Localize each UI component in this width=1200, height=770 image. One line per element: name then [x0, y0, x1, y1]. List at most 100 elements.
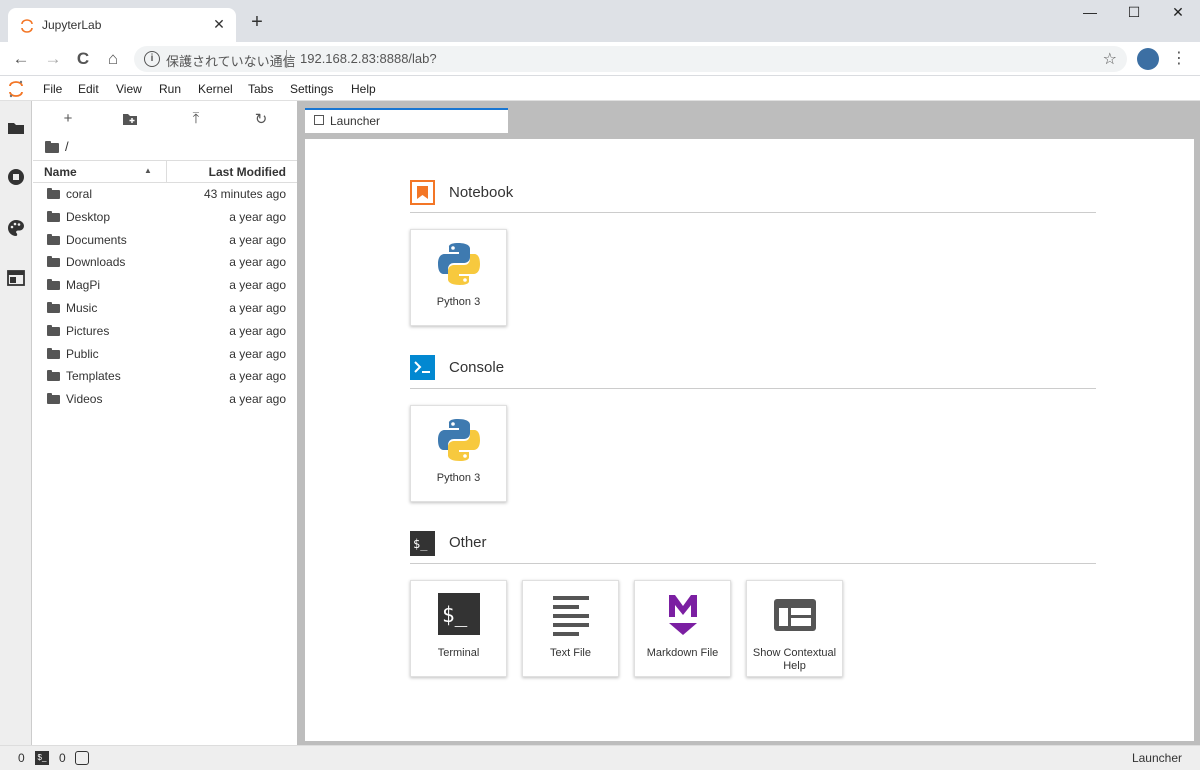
file-name: Documents [66, 232, 127, 247]
folder-icon [47, 210, 60, 222]
new-launcher-button[interactable]: + [57, 110, 79, 128]
file-modified: a year ago [229, 323, 286, 338]
sort-ascending-icon[interactable]: ▲ [144, 166, 152, 175]
url-text[interactable]: 192.168.2.83:8888/lab? [300, 51, 437, 66]
folder-icon [47, 256, 60, 268]
close-tab-icon[interactable]: ✕ [210, 15, 228, 33]
status-bar: 0 $_ 0 Launcher [0, 745, 1200, 770]
section-title-console: Console [449, 359, 505, 376]
file-name: Templates [66, 369, 121, 384]
terminal-section-icon: $_ [410, 531, 435, 556]
contextual-help-icon [774, 599, 816, 631]
file-name: Videos [66, 392, 103, 407]
folder-icon [47, 347, 60, 359]
file-name: Desktop [66, 209, 111, 224]
browser-toolbar: ← → C ⌂ i 保護されていない通信 192.168.2.83:8888/l… [0, 42, 1200, 76]
folder-icon[interactable] [7, 119, 25, 137]
launcher-tab-title: Launcher [330, 114, 381, 128]
file-row[interactable]: Music a year ago [33, 297, 297, 319]
browser-menu-icon[interactable]: ⋮ [1170, 48, 1188, 70]
back-icon[interactable]: ← [10, 48, 32, 70]
minimize-icon[interactable]: — [1068, 4, 1112, 26]
reload-icon[interactable]: C [72, 48, 94, 70]
section-title-notebook: Notebook [449, 184, 514, 201]
file-browser: + ⤒ ↻ / Name ▲ Last Modified coral 43 min… [33, 101, 297, 745]
browser-tab[interactable]: JupyterLab ✕ [8, 8, 236, 42]
bookmark-star-icon[interactable]: ☆ [1103, 49, 1117, 69]
file-list-header: Name ▲ Last Modified [33, 160, 297, 183]
file-name: Pictures [66, 323, 110, 338]
left-sidebar [0, 101, 32, 745]
card-contextual-help[interactable]: Show Contextual Help [746, 580, 843, 677]
new-tab-icon[interactable]: + [246, 12, 268, 34]
tabs-icon[interactable] [7, 269, 25, 287]
home-icon[interactable]: ⌂ [102, 48, 124, 70]
file-modified: a year ago [229, 255, 286, 270]
file-row[interactable]: Videos a year ago [33, 388, 297, 410]
file-row[interactable]: Public a year ago [33, 343, 297, 365]
card-text-file[interactable]: Text File [522, 580, 619, 677]
card-label: Python 3 [436, 472, 481, 484]
forward-icon[interactable]: → [42, 48, 64, 70]
terminal-status-icon[interactable]: $_ [35, 751, 49, 765]
file-row[interactable]: Documents a year ago [33, 229, 297, 251]
file-name: Music [66, 301, 98, 315]
browser-tab-strip: JupyterLab ✕ + — ☐ ✕ [0, 0, 1200, 42]
menu-edit[interactable]: Edit [78, 82, 99, 96]
file-row[interactable]: Desktop a year ago [33, 206, 297, 228]
section-divider [410, 563, 1096, 564]
tab-launcher[interactable]: Launcher [305, 108, 508, 133]
file-row[interactable]: Pictures a year ago [33, 320, 297, 342]
file-modified: 43 minutes ago [203, 187, 286, 201]
menu-kernel[interactable]: Kernel [198, 82, 233, 96]
column-name[interactable]: Name [44, 165, 77, 179]
file-row[interactable]: Downloads a year ago [33, 251, 297, 273]
breadcrumb[interactable]: / [45, 139, 69, 154]
card-terminal[interactable]: $_ Terminal [410, 580, 507, 677]
kernel-count[interactable]: 0 [59, 751, 66, 765]
markdown-icon [669, 595, 697, 635]
file-row[interactable]: coral 43 minutes ago [33, 183, 297, 205]
card-console-python3[interactable]: Python 3 [410, 405, 507, 502]
python-logo-icon [438, 243, 480, 285]
maximize-icon[interactable]: ☐ [1112, 4, 1156, 26]
upload-icon[interactable]: ⤒ [185, 110, 207, 128]
card-markdown-file[interactable]: Markdown File [634, 580, 731, 677]
new-folder-icon[interactable] [122, 112, 138, 126]
file-name: coral [66, 187, 93, 201]
main-dock-area: Launcher Notebook Python 3 Console Pytho… [297, 101, 1200, 745]
status-right-label: Launcher [1131, 751, 1182, 765]
folder-icon [47, 279, 60, 291]
running-sessions-icon[interactable] [7, 168, 25, 186]
menu-settings[interactable]: Settings [290, 82, 333, 96]
svg-text:$_: $_ [413, 537, 428, 551]
browser-tab-title: JupyterLab [42, 18, 102, 32]
address-bar[interactable]: i 保護されていない通信 192.168.2.83:8888/lab? ☆ [134, 46, 1127, 72]
address-separator [286, 50, 287, 68]
menu-file[interactable]: File [43, 82, 62, 96]
kernel-chip-icon[interactable] [75, 751, 89, 765]
menu-help[interactable]: Help [351, 82, 376, 96]
launcher-panel: Notebook Python 3 Console Python 3 $_ Ot… [305, 139, 1194, 741]
file-name: MagPi [66, 278, 101, 293]
file-modified: a year ago [229, 392, 286, 407]
close-window-icon[interactable]: ✕ [1156, 4, 1200, 26]
folder-icon [47, 233, 60, 245]
info-icon[interactable]: i [144, 51, 160, 67]
menu-view[interactable]: View [116, 82, 142, 96]
card-notebook-python3[interactable]: Python 3 [410, 229, 507, 326]
column-last-modified[interactable]: Last Modified [209, 165, 286, 179]
menu-tabs[interactable]: Tabs [248, 82, 273, 96]
column-divider[interactable] [166, 161, 167, 183]
refresh-icon[interactable]: ↻ [250, 110, 272, 128]
file-row[interactable]: Templates a year ago [33, 365, 297, 387]
terminal-count[interactable]: 0 [18, 751, 25, 765]
file-name: Public [66, 346, 99, 361]
section-title-other: Other [449, 534, 487, 551]
file-row[interactable]: MagPi a year ago [33, 274, 297, 296]
profile-avatar[interactable] [1137, 48, 1159, 70]
breadcrumb-root[interactable]: / [65, 139, 69, 154]
card-label: Python 3 [436, 296, 481, 308]
palette-icon[interactable] [7, 219, 25, 237]
menu-run[interactable]: Run [159, 82, 181, 96]
